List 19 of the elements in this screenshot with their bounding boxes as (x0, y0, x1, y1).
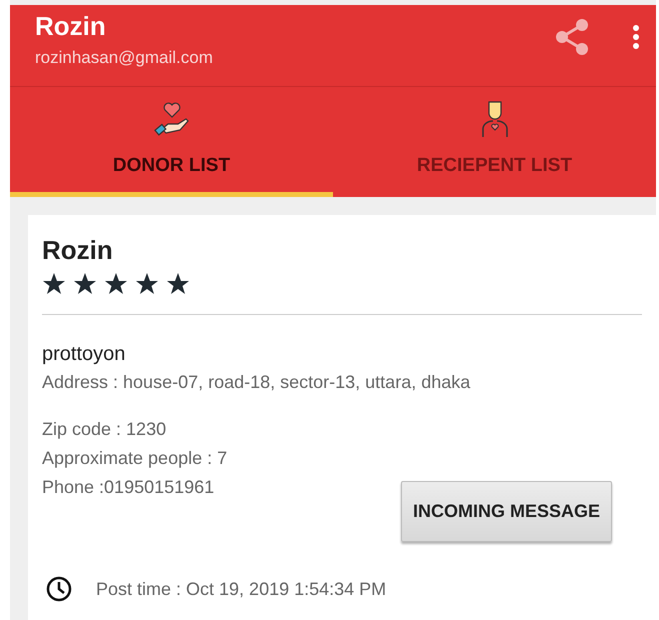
place-name: prottoyon (42, 343, 126, 366)
tab[interactable]: DONOR LIST (10, 87, 333, 197)
star-icon (73, 272, 97, 296)
star-icon (166, 272, 190, 296)
post-time: Post time : Oct 19, 2019 1:54:34 PM (96, 578, 386, 600)
clock-icon (46, 576, 72, 602)
star-icon (104, 272, 128, 296)
app-title: Rozin (35, 11, 107, 42)
account-email: rozinhasan@gmail.com (35, 48, 214, 68)
detail-text: Approximate people : 7 (42, 448, 228, 469)
star-icon (42, 272, 66, 296)
detail-text: Zip code : 1230 (42, 419, 168, 440)
star-icon (135, 272, 159, 296)
tab[interactable]: RECIEPENT LIST (333, 87, 656, 197)
detail-text: Phone :01950151961 (42, 477, 216, 498)
incoming-message-button[interactable]: INCOMING MESSAGE (400, 481, 612, 542)
donor-name: Rozin (42, 235, 114, 266)
more-menu-icon[interactable] (632, 25, 640, 49)
address-text: Address : house-07, road-18, sector-13, uttara, dhaka (42, 372, 472, 393)
